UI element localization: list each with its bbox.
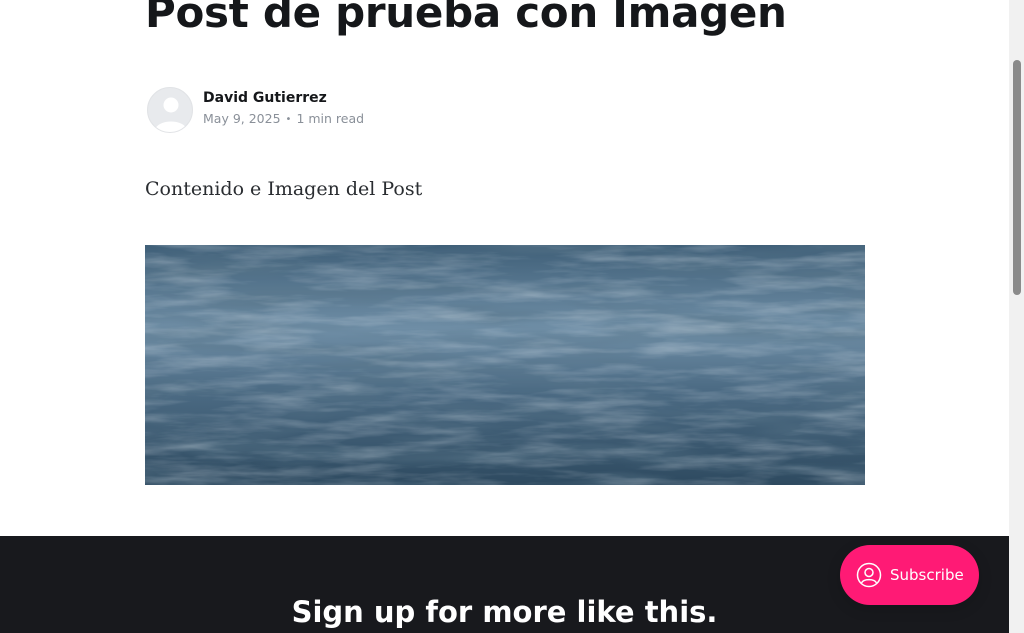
author-name-link[interactable]: David Gutierrez (203, 89, 364, 107)
reading-time: 1 min read (296, 110, 365, 126)
water-image (145, 245, 865, 485)
avatar-placeholder-icon (154, 97, 188, 132)
post-title: Post de prueba con Imagen (145, 0, 787, 37)
post-content-paragraph: Contenido e Imagen del Post (145, 178, 423, 200)
byline-text: David Gutierrez May 9, 2025 • 1 min read (203, 89, 364, 129)
scrollbar-thumb[interactable] (1013, 60, 1021, 295)
author-byline: David Gutierrez May 9, 2025 • 1 min read (147, 87, 364, 133)
post-meta: May 9, 2025 • 1 min read (203, 110, 364, 129)
author-avatar[interactable] (147, 87, 193, 133)
post-image (145, 245, 865, 485)
post-date: May 9, 2025 (203, 110, 281, 126)
subscribe-button[interactable]: Subscribe (840, 545, 979, 605)
meta-separator: • (285, 113, 292, 125)
article-page: Post de prueba con Imagen David Gutierre… (0, 0, 1009, 633)
subscribe-label: Subscribe (890, 566, 964, 584)
user-circle-icon (856, 562, 882, 588)
page-scrollbar[interactable] (1009, 0, 1024, 633)
